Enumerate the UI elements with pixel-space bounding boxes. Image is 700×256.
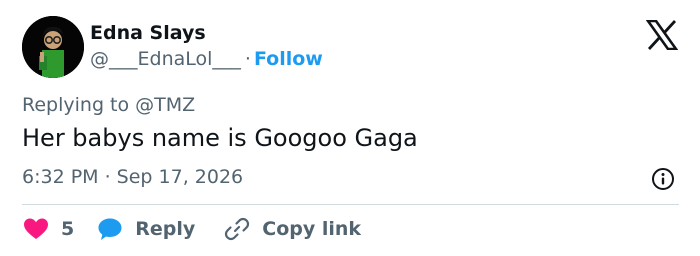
replying-to: Replying to @TMZ xyxy=(22,94,196,116)
timestamp[interactable]: 6:32 PM · Sep 17, 2026 xyxy=(22,166,243,188)
handle-row: @___EdnaLol___ · Follow xyxy=(90,48,323,70)
speech-bubble-icon xyxy=(98,218,122,240)
avatar[interactable] xyxy=(22,16,84,78)
divider xyxy=(22,204,679,205)
reply-label: Reply xyxy=(135,218,196,240)
copy-link-button[interactable]: Copy link xyxy=(223,215,361,243)
x-logo-icon[interactable] xyxy=(646,20,678,50)
separator-dot: · xyxy=(244,48,251,70)
tweet-text: Her babys name is Googoo Gaga xyxy=(22,124,418,152)
user-handle[interactable]: @___EdnaLol___ xyxy=(90,48,241,70)
action-bar: 5 Reply Copy link xyxy=(22,214,361,244)
link-icon xyxy=(225,217,250,241)
copy-link-label: Copy link xyxy=(262,218,362,240)
like-count: 5 xyxy=(61,218,75,240)
follow-button[interactable]: Follow xyxy=(254,48,323,70)
like-button[interactable]: 5 xyxy=(22,215,74,243)
info-icon[interactable] xyxy=(651,167,675,191)
heart-icon xyxy=(24,218,48,239)
reply-button[interactable]: Reply xyxy=(96,215,195,243)
edna-mode-avatar xyxy=(22,16,84,78)
display-name[interactable]: Edna Slays xyxy=(90,22,206,44)
